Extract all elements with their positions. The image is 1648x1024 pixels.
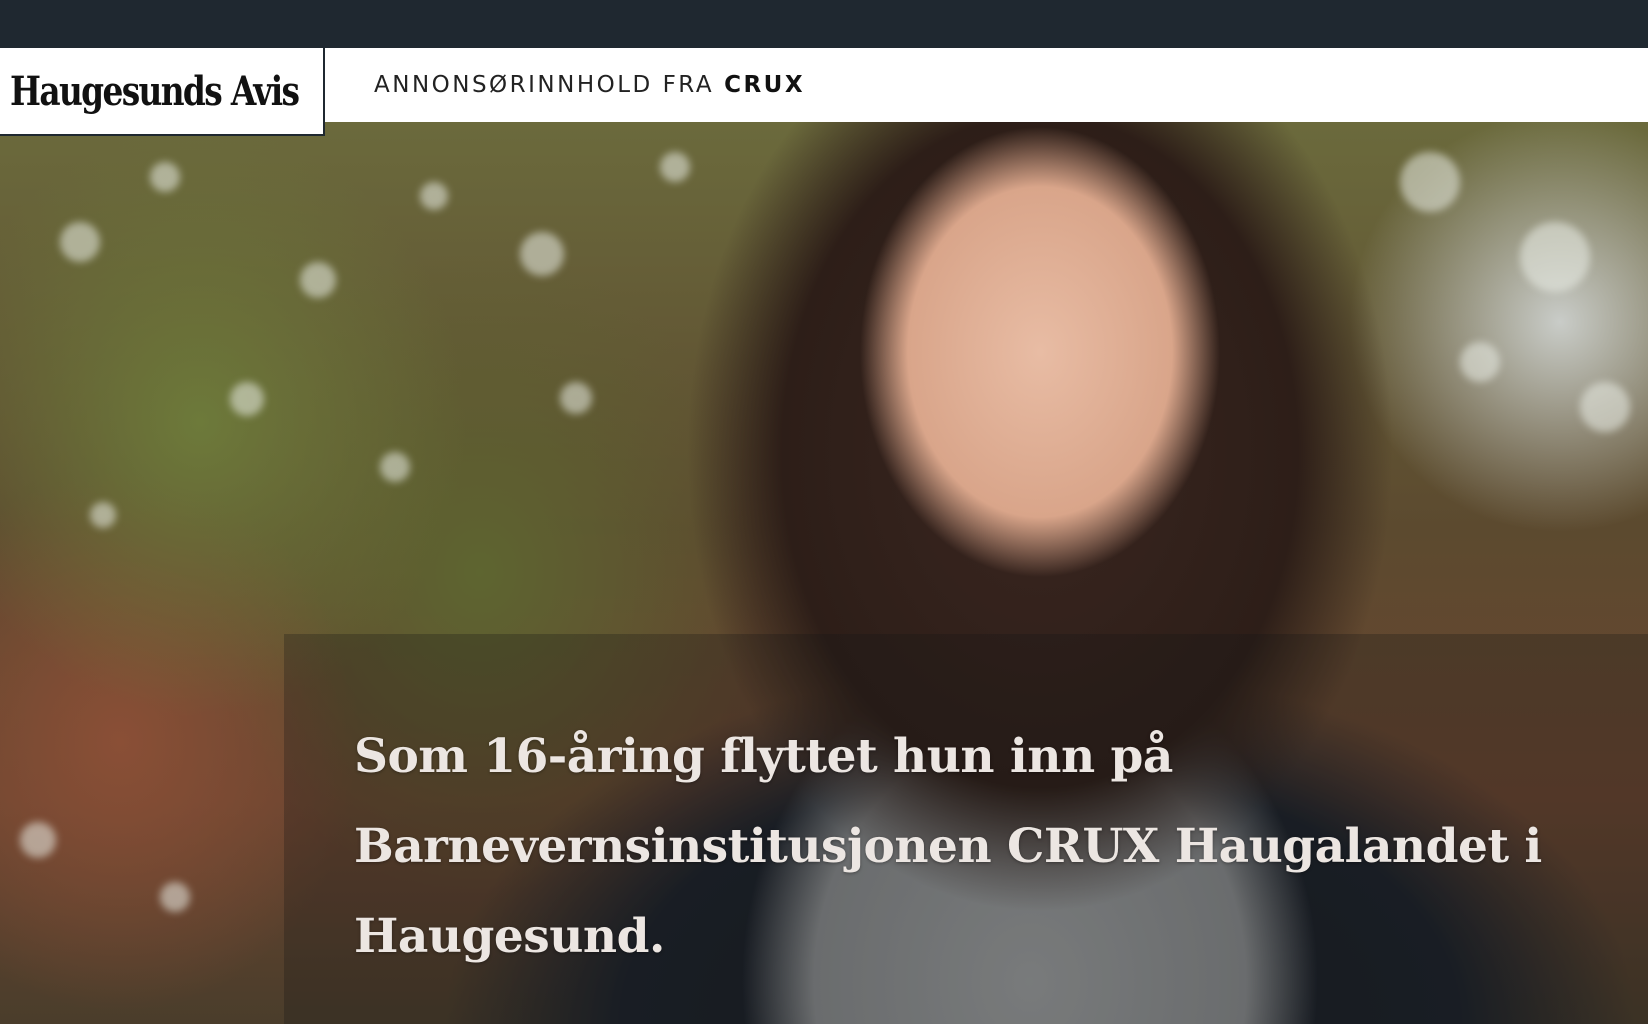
sponsor-brand: CRUX: [724, 72, 806, 98]
top-bar: [0, 0, 1648, 48]
site-logo: Haugesunds Avis: [10, 67, 300, 115]
site-logo-link[interactable]: Haugesunds Avis: [0, 48, 325, 136]
sponsor-prefix: ANNONSØRINNHOLD FRA: [374, 72, 715, 98]
sponsor-label: ANNONSØRINNHOLD FRA CRUX: [374, 48, 805, 122]
article-headline[interactable]: Som 16-åring flyttet hun inn på Barnever…: [354, 712, 1624, 982]
